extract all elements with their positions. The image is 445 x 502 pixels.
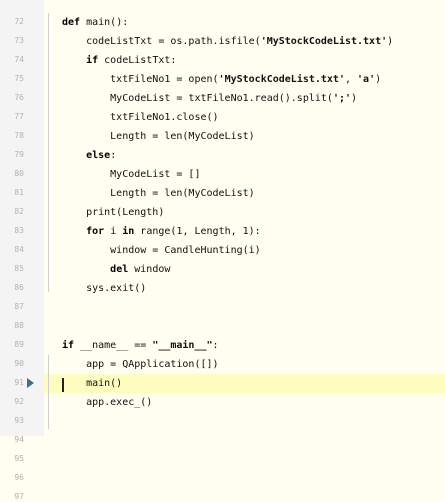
code-token: sys.exit() (62, 283, 147, 294)
code-editor[interactable]: 72 73 74 75 76 77 78 79 80 81 82 83 84 85 86 87 88 89 90 91… (0, 0, 445, 501)
code-line[interactable]: Length = len(MyCodeList) (62, 127, 255, 146)
code-line[interactable]: txtFileNo1 = open('MyStockCodeList.txt',… (62, 70, 381, 89)
code-token: txtFileNo1 = open( (62, 74, 219, 85)
line-number: 97 (14, 492, 24, 501)
line-number: 87 (14, 302, 24, 311)
code-line[interactable]: codeListTxt = os.path.isfile('MyStockCod… (62, 32, 393, 51)
code-token: window = CandleHunting(i) (62, 245, 261, 256)
code-token: : (110, 150, 117, 161)
code-line[interactable]: txtFileNo1.close() (62, 108, 219, 127)
line-number-gutter: 72 73 74 75 76 77 78 79 80 81 82 83 84 85 86 87 88 89 90 91… (0, 0, 44, 501)
code-token: i (110, 226, 123, 237)
code-token: window (134, 264, 171, 275)
fold-guide (48, 355, 49, 429)
code-line[interactable]: if __name__ == "__main__": (62, 336, 219, 355)
code-line[interactable]: def main(): (62, 13, 128, 32)
line-number: 90 (14, 359, 24, 368)
string-token: 'a' (357, 74, 376, 85)
code-line[interactable]: sys.exit() (62, 279, 146, 298)
code-token: app.exec_() (62, 397, 153, 408)
fold-strip (44, 0, 56, 436)
code-token: , (344, 74, 358, 85)
string-token: ';' (332, 93, 351, 104)
code-line[interactable]: for i in range(1, Length, 1): (62, 222, 261, 241)
keyword-token: for (86, 226, 111, 237)
keyword-token: del (110, 264, 135, 275)
code-line[interactable]: del window (62, 260, 170, 279)
line-number: 77 (14, 112, 24, 121)
code-token: range(1, Length, 1): (140, 226, 261, 237)
run-arrow-icon[interactable] (27, 378, 34, 388)
line-number: 78 (14, 131, 24, 140)
line-number: 75 (14, 74, 24, 83)
code-token: MyCodeList = txtFileNo1.read().split( (62, 93, 333, 104)
code-token: ) (375, 74, 382, 85)
line-number: 74 (14, 55, 24, 64)
code-token: Length = len(MyCodeList) (62, 131, 255, 142)
code-token: : (212, 340, 219, 351)
line-number: 93 (14, 416, 24, 425)
line-number: 85 (14, 264, 24, 273)
code-line[interactable]: if codeListTxt: (62, 51, 176, 70)
fold-guide (48, 13, 49, 292)
line-number: 82 (14, 207, 24, 216)
code-line[interactable]: main() (62, 374, 122, 393)
string-token: "__main__" (152, 340, 213, 351)
code-line[interactable]: app = QApplication([]) (62, 355, 219, 374)
line-number: 92 (14, 397, 24, 406)
string-token: 'MyStockCodeList.txt' (260, 36, 388, 47)
code-line[interactable]: else: (62, 146, 116, 165)
line-number: 91 (14, 378, 24, 387)
keyword-token: in (122, 226, 141, 237)
code-token: app = QApplication([]) (62, 359, 219, 370)
keyword-token: def (62, 17, 87, 28)
line-number: 94 (14, 435, 24, 444)
text-caret (62, 378, 64, 392)
line-number: 76 (14, 93, 24, 102)
code-token: codeListTxt: (104, 55, 177, 66)
code-line[interactable]: window = CandleHunting(i) (62, 241, 261, 260)
keyword-token: if (86, 55, 105, 66)
code-token: codeListTxt = os.path.isfile( (62, 36, 261, 47)
line-number: 80 (14, 169, 24, 178)
code-token: main() (62, 378, 123, 389)
line-number: 83 (14, 226, 24, 235)
keyword-token: else (86, 150, 111, 161)
code-token: print(Length) (62, 207, 165, 218)
line-number: 89 (14, 340, 24, 349)
code-token: __name__ == (80, 340, 153, 351)
code-token: ) (387, 36, 394, 47)
line-number: 79 (14, 150, 24, 159)
code-line[interactable]: MyCodeList = txtFileNo1.read().split(';'… (62, 89, 357, 108)
code-token: txtFileNo1.close() (62, 112, 219, 123)
code-token: Length = len(MyCodeList) (62, 188, 255, 199)
line-number: 81 (14, 188, 24, 197)
code-token: MyCodeList = [] (62, 169, 201, 180)
line-number: 73 (14, 36, 24, 45)
keyword-token: if (62, 340, 81, 351)
code-token: ) (351, 93, 358, 104)
string-token: 'MyStockCodeList.txt' (218, 74, 345, 85)
line-number: 95 (14, 454, 24, 463)
code-line[interactable]: print(Length) (62, 203, 164, 222)
code-line[interactable]: Length = len(MyCodeList) (62, 184, 255, 203)
line-number: 84 (14, 245, 24, 254)
code-line[interactable]: MyCodeList = [] (62, 165, 200, 184)
line-number: 96 (14, 473, 24, 482)
code-token: main(): (86, 17, 129, 28)
code-line[interactable]: app.exec_() (62, 393, 152, 412)
line-number: 86 (14, 283, 24, 292)
line-number: 72 (14, 17, 24, 26)
line-number: 88 (14, 321, 24, 330)
